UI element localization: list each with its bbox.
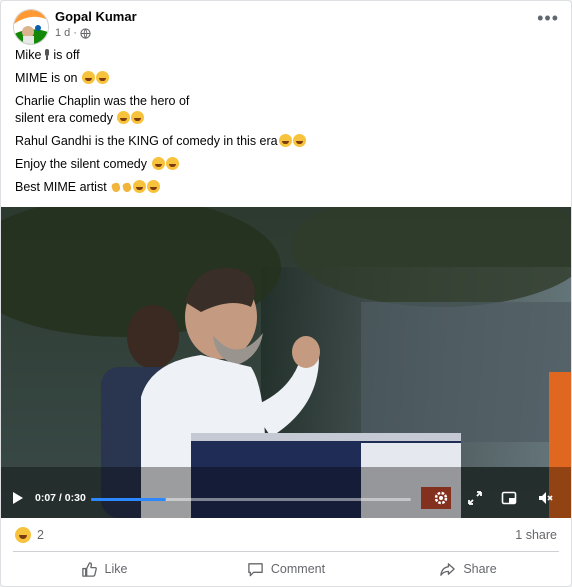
video-player[interactable]: 0:07 / 0:30 — [1, 207, 571, 518]
expand-icon[interactable] — [467, 490, 483, 506]
laughing-emoji-icon — [96, 71, 109, 84]
post-time[interactable]: 1 d — [55, 27, 70, 39]
comment-button[interactable]: Comment — [195, 553, 377, 585]
video-frame — [1, 207, 571, 518]
post-line-text: Rahul Gandhi is the KING of comedy in th… — [15, 134, 278, 148]
settings-icon[interactable] — [433, 490, 449, 506]
post-line-6: Enjoy the silent comedy — [15, 156, 557, 173]
picture-in-picture-icon[interactable] — [501, 490, 517, 506]
meta-separator: · — [73, 27, 77, 39]
post-line-text: MIME is on — [15, 71, 78, 85]
avatar-image — [14, 10, 48, 44]
post-line-text: Mike — [15, 48, 42, 62]
post-line-text: Enjoy the silent comedy — [15, 157, 148, 171]
laughing-emoji-icon — [278, 134, 292, 147]
post-line-1: Mike is off — [15, 47, 557, 64]
post-line-3: Charlie Chaplin was the hero of — [15, 93, 557, 110]
post-line-4: silent era comedy — [15, 110, 557, 127]
post-line-tail: is off — [53, 48, 80, 62]
laughing-emoji-icon — [133, 180, 147, 193]
comment-label: Comment — [270, 562, 326, 576]
post-line-text: Best MIME artist — [15, 180, 107, 194]
post-line-text: Charlie Chaplin was the hero of — [15, 94, 190, 108]
globe-icon — [80, 27, 91, 39]
share-arrow-icon — [440, 562, 456, 576]
like-button[interactable]: Like — [13, 553, 195, 585]
post-text: Mike is off MIME is on Charlie Chaplin wa… — [15, 47, 557, 202]
actions-divider — [13, 551, 559, 552]
video-progress-fill — [91, 498, 166, 501]
video-timecode: 0:07 / 0:30 — [35, 492, 86, 504]
post-actions: Like Comment Share — [13, 553, 559, 585]
laughing-emoji-icon — [82, 71, 95, 84]
like-label: Like — [104, 562, 128, 576]
post-line-text: silent era comedy — [15, 111, 113, 125]
laughing-emoji-icon — [165, 157, 179, 170]
share-button[interactable]: Share — [377, 553, 559, 585]
post-line-2: MIME is on — [15, 70, 557, 87]
post-line-7: Best MIME artist — [15, 179, 557, 196]
laughing-emoji-icon — [147, 180, 161, 193]
microphone-icon — [44, 49, 50, 60]
share-count[interactable]: 1 share — [515, 528, 557, 542]
author-name[interactable]: Gopal Kumar — [55, 9, 137, 24]
video-controls: 0:07 / 0:30 — [1, 480, 571, 518]
comment-icon — [248, 562, 263, 576]
ok-hand-emoji-icon — [111, 180, 121, 193]
video-progress-bar[interactable] — [91, 498, 411, 501]
post-meta: 1 d · — [55, 27, 91, 39]
mute-icon[interactable] — [537, 490, 553, 506]
laughing-emoji-icon — [131, 111, 145, 124]
post-card: Gopal Kumar 1 d · ••• Mike is off MIME is… — [0, 0, 572, 587]
post-line-5: Rahul Gandhi is the KING of comedy in th… — [15, 133, 557, 150]
post-stats: 2 1 share — [15, 525, 557, 547]
ok-hand-emoji-icon — [122, 180, 132, 193]
post-header: Gopal Kumar 1 d · ••• — [13, 7, 559, 47]
laughing-emoji-icon — [151, 157, 165, 170]
laughing-emoji-icon — [292, 134, 306, 147]
thumbs-up-icon — [81, 561, 97, 577]
more-dots-icon[interactable]: ••• — [537, 9, 559, 27]
reaction-count[interactable]: 2 — [37, 528, 44, 542]
author-avatar[interactable] — [13, 9, 49, 45]
share-label: Share — [463, 562, 497, 576]
play-icon[interactable] — [13, 492, 23, 504]
laughing-emoji-icon — [117, 111, 131, 124]
haha-reaction-icon[interactable] — [15, 527, 31, 543]
